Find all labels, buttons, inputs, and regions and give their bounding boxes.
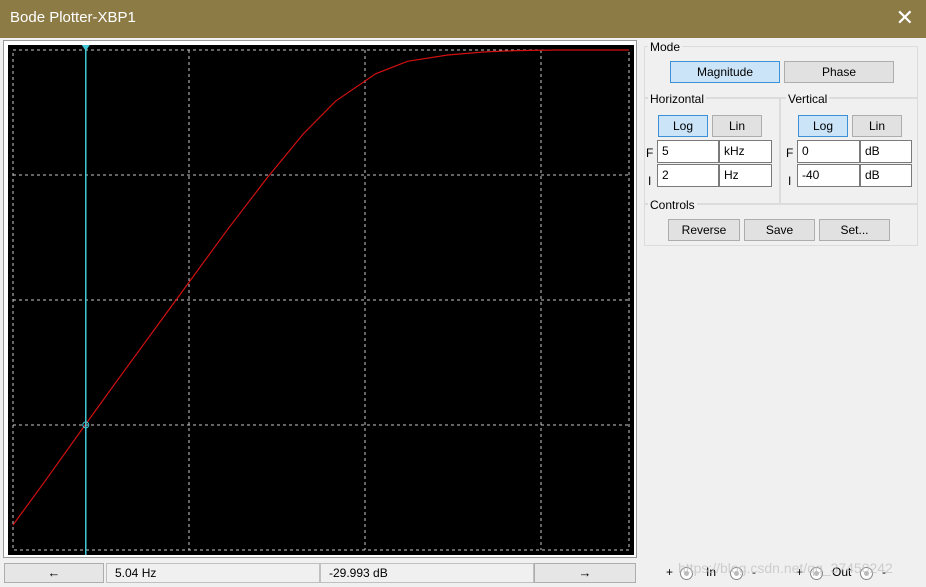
- vertical-initial-unit[interactable]: dB: [860, 164, 912, 187]
- window-title: Bode Plotter-XBP1: [10, 9, 136, 26]
- reverse-button[interactable]: Reverse: [668, 219, 740, 241]
- vertical-lin-button[interactable]: Lin: [852, 115, 902, 137]
- settings-panel: Mode Magnitude Phase Horizontal Log Lin …: [640, 40, 926, 560]
- horizontal-final-prefix: F: [646, 146, 654, 160]
- magnitude-button[interactable]: Magnitude: [670, 61, 780, 83]
- cursor-right-button[interactable]: →: [534, 563, 636, 583]
- set-button[interactable]: Set...: [819, 219, 890, 241]
- vertical-final-value[interactable]: 0: [797, 140, 860, 163]
- phase-button[interactable]: Phase: [784, 61, 894, 83]
- controls-label: Controls: [648, 198, 697, 212]
- horizontal-initial-unit[interactable]: Hz: [719, 164, 772, 187]
- vertical-log-button[interactable]: Log: [798, 115, 848, 137]
- plot-frame: [3, 40, 637, 558]
- plot-canvas[interactable]: [8, 45, 634, 555]
- horizontal-initial-value[interactable]: 2: [657, 164, 719, 187]
- bode-plot[interactable]: [8, 45, 634, 555]
- horizontal-final-unit[interactable]: kHz: [719, 140, 772, 163]
- magnitude-readout: -29.993 dB: [320, 563, 534, 583]
- title-bar: Bode Plotter-XBP1 ✕: [0, 0, 926, 38]
- cursor-left-button[interactable]: ←: [4, 563, 104, 583]
- watermark: https://blog.csdn.net/qq_37450242: [678, 560, 893, 576]
- horizontal-log-button[interactable]: Log: [658, 115, 708, 137]
- vertical-final-prefix: F: [786, 146, 794, 160]
- frequency-readout: 5.04 Hz: [106, 563, 320, 583]
- vertical-initial-prefix: I: [788, 174, 792, 188]
- vertical-initial-value[interactable]: -40: [797, 164, 860, 187]
- magnitude-curve: [12, 49, 629, 526]
- mode-label: Mode: [648, 40, 683, 54]
- readout-bar: ← 5.04 Hz -29.993 dB →: [0, 561, 640, 585]
- horizontal-final-value[interactable]: 5: [657, 140, 719, 163]
- horizontal-lin-button[interactable]: Lin: [712, 115, 762, 137]
- vertical-final-unit[interactable]: dB: [860, 140, 912, 163]
- horizontal-initial-prefix: I: [648, 174, 652, 188]
- cursor-handle-icon: [81, 45, 90, 51]
- in-plus-label: +: [666, 565, 674, 579]
- close-icon[interactable]: ✕: [896, 6, 914, 30]
- vertical-label: Vertical: [786, 92, 830, 106]
- save-button[interactable]: Save: [744, 219, 815, 241]
- horizontal-label: Horizontal: [648, 92, 707, 106]
